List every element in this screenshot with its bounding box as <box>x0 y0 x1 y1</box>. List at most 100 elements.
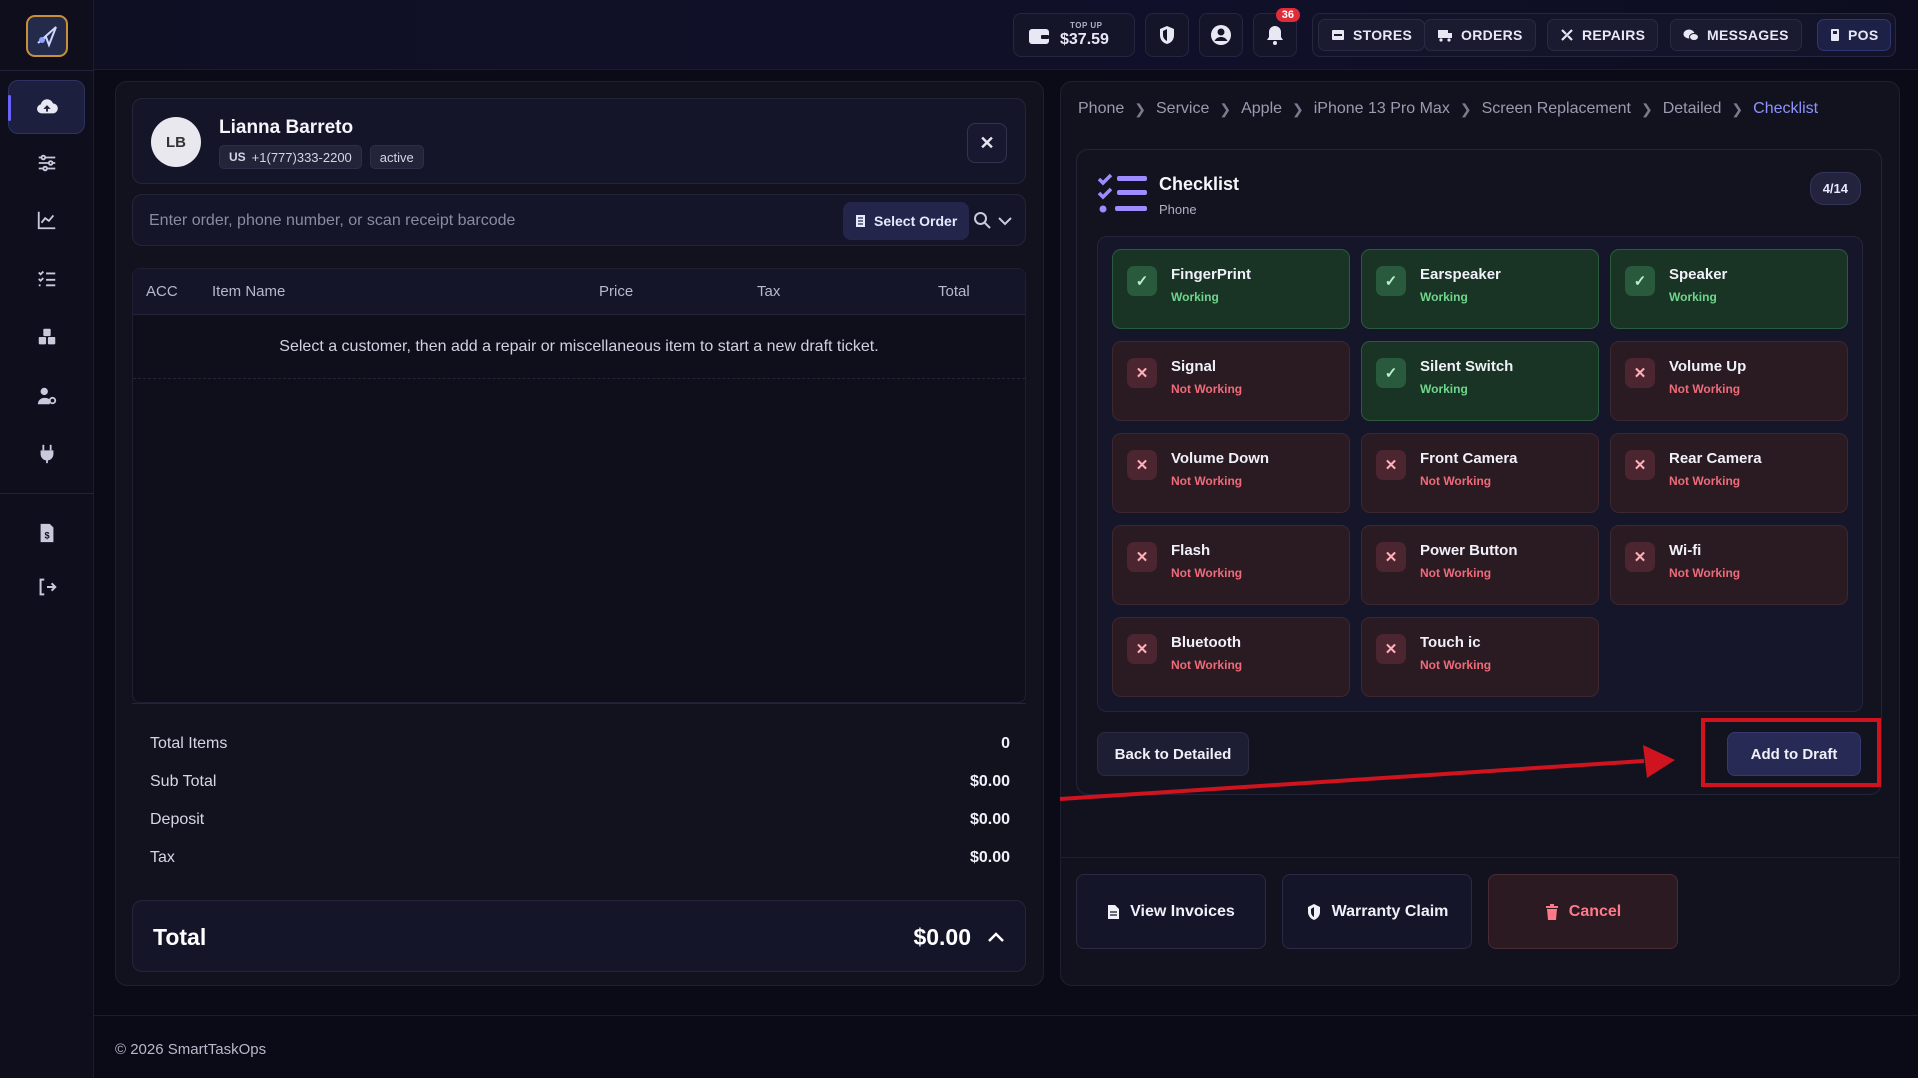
checklist-item-name: Bluetooth <box>1171 634 1241 651</box>
column-item-name: Item Name <box>212 283 286 300</box>
items-table: ACC Item Name Price Tax Total Select a c… <box>132 268 1026 703</box>
grand-total-bar[interactable]: Total $0.00 <box>132 900 1026 972</box>
warranty-claim-label: Warranty Claim <box>1331 902 1449 920</box>
sidebar-item-billing[interactable]: $ <box>8 506 85 560</box>
checklist-item[interactable]: ✕ Front Camera Not Working <box>1361 433 1599 513</box>
crumb-apple[interactable]: Apple <box>1241 100 1282 118</box>
chevron-up-icon[interactable] <box>987 931 1005 943</box>
checklist-item[interactable]: ✕ Volume Up Not Working <box>1610 341 1848 421</box>
nav-orders[interactable]: ORDERS <box>1424 19 1536 51</box>
list-check-icon <box>37 270 55 287</box>
checklist-item-status: Not Working <box>1420 658 1492 672</box>
close-icon: ✕ <box>979 132 995 153</box>
chart-line-icon <box>37 211 55 230</box>
warranty-claim-button[interactable]: Warranty Claim <box>1282 874 1472 949</box>
checklist-item[interactable]: ✕ Wi-fi Not Working <box>1610 525 1848 605</box>
order-search-bar: Select Order <box>132 194 1026 246</box>
nav-pos[interactable]: POS <box>1817 19 1892 51</box>
deposit-value: $0.00 <box>969 811 1010 828</box>
checklist-icon <box>1097 173 1147 213</box>
cloud-upload-icon <box>36 99 58 114</box>
sidebar-item-settings[interactable] <box>8 136 85 190</box>
view-invoices-label: View Invoices <box>1130 902 1235 920</box>
total-items-label: Total Items <box>150 735 228 752</box>
crumb-repair[interactable]: Screen Replacement <box>1482 100 1631 118</box>
search-icon[interactable] <box>973 211 991 229</box>
checklist-grid: ✓ FingerPrint Working ✓ Earspeaker Working ✓ Sp… <box>1097 236 1863 712</box>
wallet-top-up[interactable]: TOP UP $37.59 <box>1013 13 1135 57</box>
select-order-button[interactable]: Select Order <box>843 202 970 240</box>
nav-orders-label: ORDERS <box>1461 27 1523 43</box>
sidebar-item-integrations[interactable] <box>8 427 85 481</box>
avatar: LB <box>151 117 201 167</box>
checklist-item[interactable]: ✕ Touch ic Not Working <box>1361 617 1599 697</box>
country-code: US <box>229 150 246 164</box>
nav-messages-label: MESSAGES <box>1707 27 1789 43</box>
checklist-item-status: Not Working <box>1171 474 1243 488</box>
logo-icon <box>37 26 57 48</box>
nav-repairs[interactable]: REPAIRS <box>1547 19 1659 51</box>
total-items-value: 0 <box>1001 735 1010 752</box>
checklist-item[interactable]: ✕ Rear Camera Not Working <box>1610 433 1848 513</box>
crumb-detailed[interactable]: Detailed <box>1663 100 1722 118</box>
crumb-phone[interactable]: Phone <box>1078 100 1124 118</box>
checklist-item[interactable]: ✕ Volume Down Not Working <box>1112 433 1350 513</box>
security-button[interactable] <box>1145 13 1189 57</box>
checklist-item-status: Not Working <box>1420 566 1492 580</box>
phone-number: +1(777)333-2200 <box>251 149 352 165</box>
user-gear-icon <box>37 387 56 405</box>
checklist-item[interactable]: ✕ Bluetooth Not Working <box>1112 617 1350 697</box>
tools-icon <box>1561 29 1573 41</box>
tax-value: $0.00 <box>969 849 1010 866</box>
crumb-service[interactable]: Service <box>1156 100 1209 118</box>
remove-customer-button[interactable]: ✕ <box>967 123 1007 163</box>
checklist-item[interactable]: ✕ Signal Not Working <box>1112 341 1350 421</box>
invoice-dollar-icon: $ <box>40 523 53 543</box>
nav-messages[interactable]: MESSAGES <box>1670 19 1802 51</box>
wallet-balance: $37.59 <box>1060 31 1109 48</box>
top-up-label: TOP UP <box>1070 21 1103 30</box>
sidebar-item-cloud[interactable] <box>8 80 85 134</box>
column-tax: Tax <box>757 283 781 300</box>
checklist-item[interactable]: ✕ Power Button Not Working <box>1361 525 1599 605</box>
checklist-item[interactable]: ✓ FingerPrint Working <box>1112 249 1350 329</box>
x-icon: ✕ <box>1376 634 1406 664</box>
sidebar-item-inventory[interactable] <box>8 310 85 364</box>
shield-icon <box>1160 26 1174 44</box>
checklist-item[interactable]: ✓ Silent Switch Working <box>1361 341 1599 421</box>
x-icon: ✕ <box>1625 358 1655 388</box>
checklist-item-name: Power Button <box>1420 542 1518 559</box>
file-icon <box>1108 904 1120 919</box>
sidebar-item-users[interactable] <box>8 369 85 423</box>
cancel-label: Cancel <box>1568 902 1622 920</box>
crumb-model[interactable]: iPhone 13 Pro Max <box>1314 100 1450 118</box>
user-circle-icon <box>1211 25 1231 45</box>
notification-count-badge: 36 <box>1275 8 1300 22</box>
x-icon: ✕ <box>1127 450 1157 480</box>
nav-stores[interactable]: STORES <box>1318 19 1426 51</box>
checklist-item[interactable]: ✓ Speaker Working <box>1610 249 1848 329</box>
sidebar-item-analytics[interactable] <box>8 193 85 247</box>
app-logo[interactable] <box>26 15 68 57</box>
checklist-card: Checklist Phone 4/14 ✓ FingerPrint Working… <box>1076 149 1882 795</box>
customer-phone: US +1(777)333-2200 <box>219 145 362 169</box>
summary-sub-total: Sub Total $0.00 <box>150 773 1010 791</box>
profile-button[interactable] <box>1199 13 1243 57</box>
sidebar-item-logout[interactable] <box>8 560 85 614</box>
sidebar-item-tasks[interactable] <box>8 251 85 305</box>
chevron-down-icon[interactable] <box>997 216 1013 226</box>
summary-tax: Tax $0.00 <box>150 849 1010 867</box>
checklist-item-status: Not Working <box>1171 658 1243 672</box>
sliders-icon <box>38 154 55 172</box>
search-input[interactable] <box>149 208 789 234</box>
checklist-item[interactable]: ✕ Flash Not Working <box>1112 525 1350 605</box>
check-icon: ✓ <box>1127 266 1157 296</box>
status-badge: active <box>369 145 424 169</box>
x-icon: ✕ <box>1127 358 1157 388</box>
checklist-item[interactable]: ✓ Earspeaker Working <box>1361 249 1599 329</box>
grand-total-value: $0.00 <box>913 924 971 950</box>
cancel-button[interactable]: Cancel <box>1488 874 1678 949</box>
checklist-title: Checklist <box>1159 174 1240 194</box>
notifications-button[interactable]: 36 <box>1253 8 1300 57</box>
view-invoices-button[interactable]: View Invoices <box>1076 874 1266 949</box>
